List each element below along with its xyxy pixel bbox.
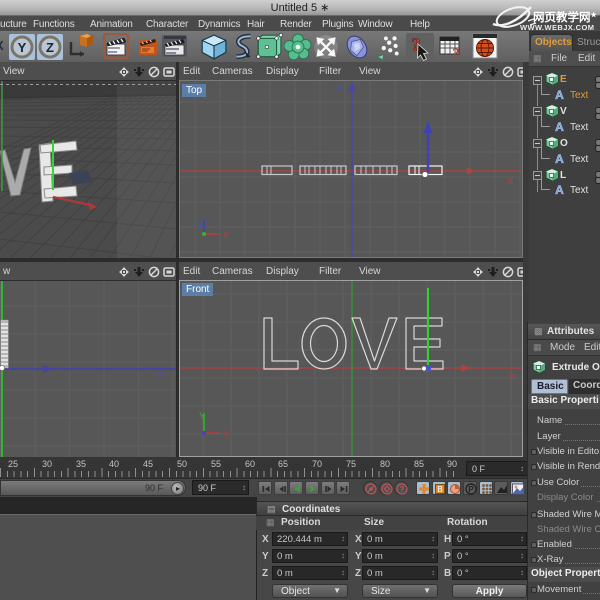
svg-text:A: A [555,183,564,196]
svg-text:?: ? [452,46,460,60]
svg-text:Z: Z [156,371,163,383]
svg-text:B: B [437,485,442,494]
svg-text:?: ? [400,485,405,494]
svg-text:A: A [555,152,564,165]
svg-text:A: A [555,120,564,133]
svg-text:Y: Y [18,40,27,55]
svg-text:A: A [555,88,564,101]
svg-text:P: P [468,485,474,494]
svg-text:Z: Z [46,40,54,55]
